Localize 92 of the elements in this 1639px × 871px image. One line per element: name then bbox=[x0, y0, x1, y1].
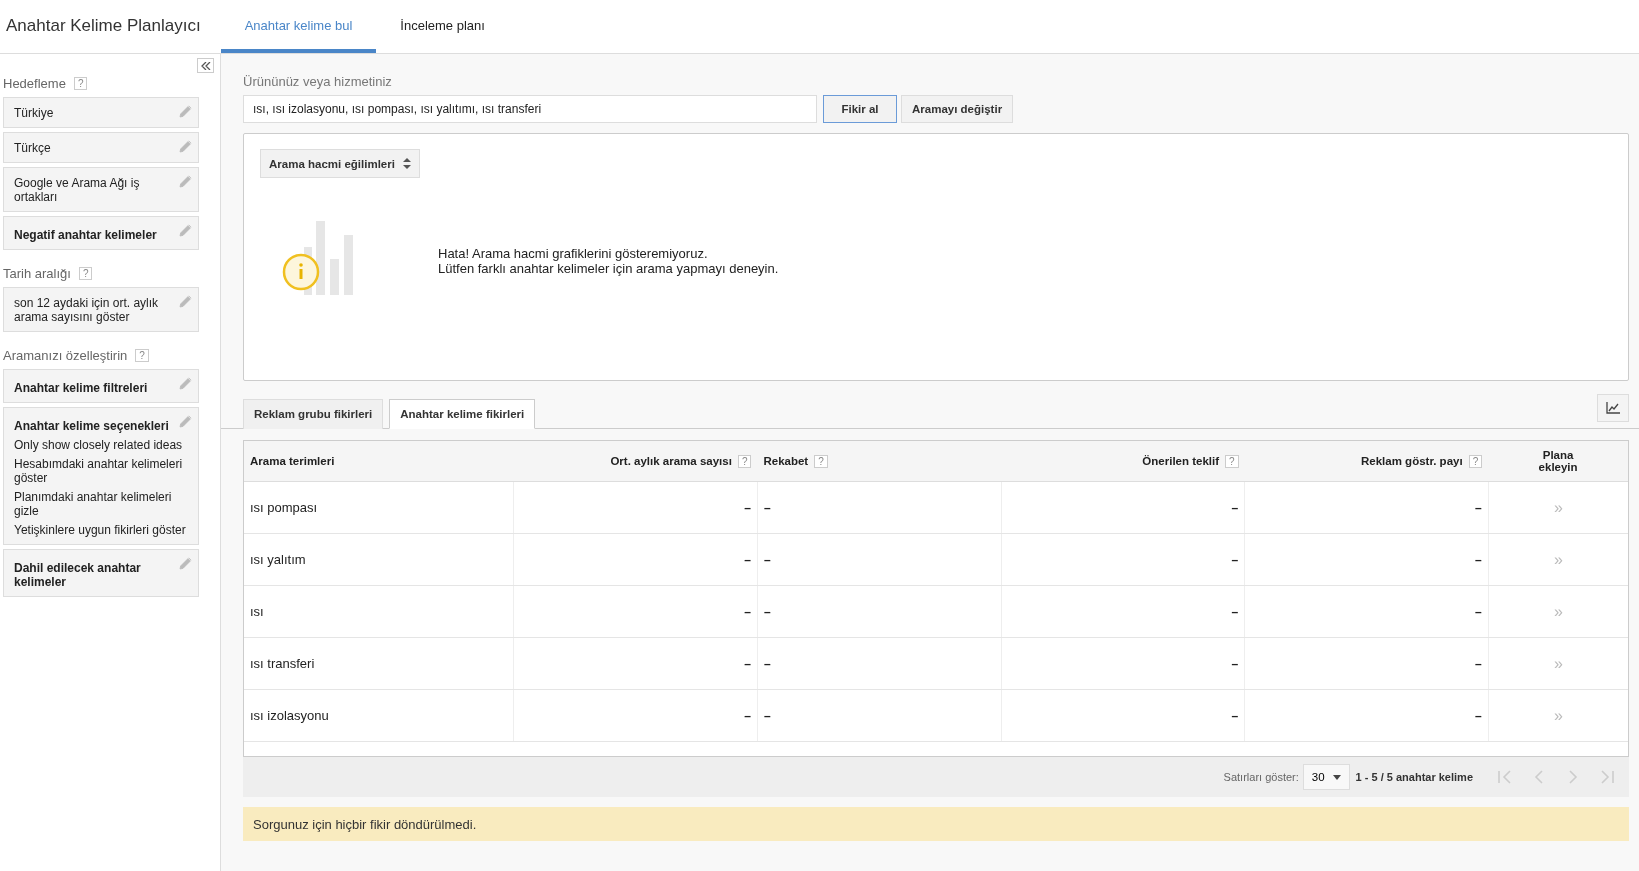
table-cell: – bbox=[763, 500, 771, 515]
column-header[interactable]: Reklam göstr. payı bbox=[1361, 455, 1463, 467]
sort-arrows-icon bbox=[402, 158, 411, 169]
table-cell: – bbox=[1231, 552, 1239, 567]
column-header[interactable]: Rekabet bbox=[763, 455, 809, 467]
pencil-icon[interactable] bbox=[179, 295, 192, 308]
table-cell: – bbox=[744, 552, 751, 567]
help-button[interactable]: ? bbox=[78, 267, 93, 280]
search-button[interactable]: Fikir al bbox=[823, 95, 897, 123]
trend-dropdown[interactable]: Arama hacmi eğilimleri bbox=[260, 149, 420, 178]
column-header[interactable]: Ort. aylık arama sayısı bbox=[610, 455, 732, 467]
ideas-tab[interactable]: Anahtar kelime fikirleri bbox=[389, 399, 536, 429]
table-cell: – bbox=[1475, 604, 1482, 619]
filter-card[interactable]: Türkçe bbox=[3, 132, 199, 163]
nav-tab[interactable]: İnceleme planı bbox=[376, 0, 509, 53]
filter-card[interactable]: son 12 aydaki için ort. aylık arama sayısını göster bbox=[3, 287, 199, 332]
filter-card[interactable]: Dahil edilecek anahtar kelimeler bbox=[3, 549, 199, 597]
table-cell: – bbox=[1231, 708, 1239, 723]
page-range: 1 - 5 / 5 anahtar kelime bbox=[1355, 771, 1473, 783]
option-text: Hesabımdaki anahtar kelimeleri göster bbox=[14, 457, 184, 485]
table-cell: – bbox=[1475, 500, 1482, 515]
table-cell: ısı bbox=[250, 604, 264, 619]
table-cell: ısı yalıtım bbox=[250, 552, 306, 567]
table-cell: – bbox=[744, 708, 751, 723]
table-cell: ısı transferi bbox=[250, 656, 315, 671]
filter-card[interactable]: Google ve Arama Ağı iş ortakları bbox=[3, 167, 199, 212]
table-cell: – bbox=[744, 604, 751, 619]
pencil-icon[interactable] bbox=[179, 377, 192, 390]
table-cell: – bbox=[763, 708, 771, 723]
filter-label: Türkçe bbox=[14, 140, 51, 155]
error-message: Lütfen farklı anahtar kelimeler için arama yapmayı deneyin. bbox=[438, 261, 779, 276]
line-chart-icon bbox=[1606, 402, 1620, 414]
search-button[interactable]: Aramayı değiştir bbox=[901, 95, 1014, 123]
section-title: Tarih aralığı bbox=[3, 266, 71, 281]
filter-label: Dahil edilecek anahtar kelimeler bbox=[14, 560, 142, 589]
bar-chart-info-icon bbox=[282, 221, 356, 295]
rows-label: Satırları göster: bbox=[1223, 771, 1299, 783]
notice-banner: Sorgunuz için hiçbir fikir döndürülmedi. bbox=[243, 807, 1629, 841]
pencil-icon[interactable] bbox=[179, 140, 192, 153]
help-button[interactable]: ? bbox=[814, 454, 828, 468]
filter-label: Anahtar kelime filtreleri bbox=[14, 380, 148, 395]
option-text: Yetişkinlere uygun fikirleri göster bbox=[14, 523, 187, 537]
error-message: Hata! Arama hacmi grafiklerini gösteremiyoruz. bbox=[438, 246, 709, 261]
app-title: Anahtar Kelime Planlayıcı bbox=[5, 15, 202, 37]
table-cell: – bbox=[744, 500, 751, 515]
table-cell: – bbox=[763, 552, 771, 567]
last-page-icon[interactable] bbox=[1599, 769, 1615, 785]
search-field[interactable]: ısı, ısı izolasyonu, ısı pompası, ısı yalıtımı, ısı transferi bbox=[243, 95, 817, 123]
table-cell: – bbox=[1475, 656, 1482, 671]
option-text: Planımdaki anahtar kelimeleri gizle bbox=[14, 490, 173, 518]
collapse-button[interactable] bbox=[197, 58, 214, 73]
rows-dropdown[interactable]: 30 bbox=[1302, 764, 1350, 790]
option-text: Only show closely related ideas bbox=[14, 438, 184, 452]
help-button[interactable]: ? bbox=[737, 454, 752, 468]
filter-label: Negatif anahtar kelimeler bbox=[14, 227, 157, 242]
field-label: Ürününüz veya hizmetiniz bbox=[243, 74, 393, 89]
filter-card[interactable]: Negatif anahtar kelimeler bbox=[3, 216, 199, 250]
pencil-icon[interactable] bbox=[179, 175, 192, 188]
help-button[interactable]: ? bbox=[135, 349, 149, 362]
table-cell: – bbox=[1231, 500, 1239, 515]
filter-card[interactable]: Anahtar kelime seçenekleri Only show closely related ideas Hesabımdaki anahtar kelimeleri göster Planımdaki anahtar kelimeleri gizle Yetişkinlere uygun fikirleri göster bbox=[3, 407, 199, 545]
table-cell: ısı izolasyonu bbox=[250, 708, 329, 723]
pencil-icon[interactable] bbox=[179, 105, 192, 118]
help-button[interactable]: ? bbox=[73, 77, 88, 90]
first-page-icon[interactable] bbox=[1497, 769, 1513, 785]
double-chevron-left-icon bbox=[200, 61, 211, 70]
filter-label: Anahtar kelime seçenekleri bbox=[14, 418, 169, 433]
pencil-icon[interactable] bbox=[179, 224, 192, 237]
table-cell: – bbox=[744, 656, 751, 671]
table-cell: – bbox=[1475, 708, 1482, 723]
filter-card[interactable]: Anahtar kelime filtreleri bbox=[3, 369, 199, 403]
table-cell: – bbox=[1231, 656, 1239, 671]
filter-label: Google ve Arama Ağı iş ortakları bbox=[14, 175, 141, 204]
section-title: Hedefleme bbox=[3, 76, 66, 91]
ideas-tab[interactable]: Reklam grubu fikirleri bbox=[243, 399, 384, 429]
filter-label: son 12 aydaki için ort. aylık arama sayısını göster bbox=[14, 295, 160, 324]
help-button[interactable]: ? bbox=[1225, 454, 1239, 468]
table-cell: – bbox=[763, 656, 771, 671]
caret-icon bbox=[1332, 774, 1341, 780]
pencil-icon[interactable] bbox=[179, 415, 192, 428]
column-header[interactable]: Önerilen teklif bbox=[1142, 455, 1220, 467]
pencil-icon[interactable] bbox=[179, 557, 192, 570]
table-cell: – bbox=[763, 604, 771, 619]
section-title: Aramanızı özelleştirin bbox=[3, 348, 128, 363]
filter-card[interactable]: Türkiye bbox=[3, 97, 199, 128]
table-cell: – bbox=[1231, 604, 1239, 619]
help-button[interactable]: ? bbox=[1468, 454, 1483, 468]
table-cell: ısı pompası bbox=[250, 500, 318, 515]
filter-label: Türkiye bbox=[14, 105, 54, 120]
table-cell: – bbox=[1475, 552, 1482, 567]
column-header[interactable]: Arama terimleri bbox=[250, 455, 335, 467]
chart-button[interactable] bbox=[1597, 394, 1629, 422]
